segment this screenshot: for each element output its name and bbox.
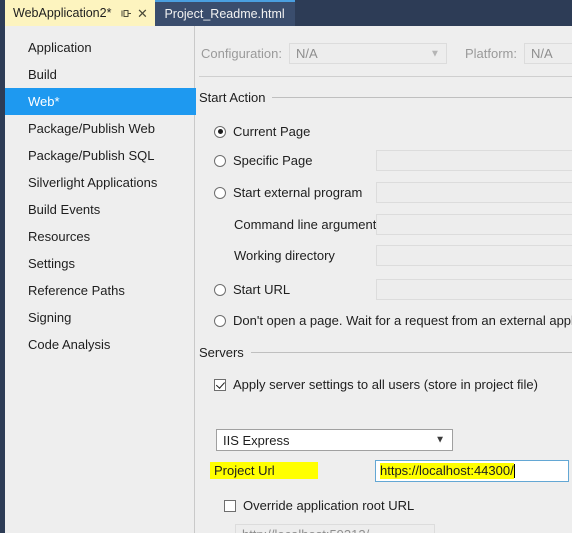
checkbox-override-root-url-indicator [224,499,236,512]
tab-project-readme-label: Project_Readme.html [164,7,285,21]
specific-page-input [376,150,572,171]
close-icon[interactable]: ✕ [135,5,149,21]
sidebar-item-label: Web* [28,94,60,109]
start-action-title: Start Action [199,90,266,105]
document-tab-bar: WebApplication2* ✕ Project_Readme.html [5,0,572,26]
checkbox-apply-server-settings-label: Apply server settings to all users (stor… [233,377,538,392]
sidebar-item-build-events[interactable]: Build Events [5,196,194,223]
sidebar-item-label: Resources [28,229,91,244]
text-caret [513,464,515,478]
radio-start-url[interactable]: Start URL [214,282,290,297]
project-url-label: Project Url [214,463,275,478]
radio-dont-open-page-label: Don't open a page. Wait for a request fr… [233,313,572,328]
sidebar-item-label: Build Events [28,202,101,217]
sidebar-item-label: Reference Paths [28,283,125,298]
radio-start-external-program-label: Start external program [233,185,363,200]
platform-value: N/A [530,46,553,61]
checkbox-override-root-url[interactable]: Override application root URL [224,498,414,513]
project-url-value: https://localhost:44300/ [380,463,514,479]
sidebar-item-label: Application [28,40,92,55]
radio-specific-page-indicator [214,154,226,167]
sidebar-item-label: Signing [28,310,72,325]
configuration-platform-row: Configuration: N/A ▼ Platform: N/A [201,43,572,64]
group-rule [250,352,572,353]
servers-group-header: Servers [199,345,572,360]
radio-start-external-program-indicator [214,186,226,199]
start-action-group-header: Start Action [199,90,572,105]
sidebar-item-build[interactable]: Build [5,61,194,88]
sidebar-item-package-publish-web[interactable]: Package/Publish Web [5,115,194,142]
platform-label: Platform: [464,46,517,61]
sidebar-item-resources[interactable]: Resources [5,223,194,250]
command-line-arguments-label: Command line arguments [234,217,383,232]
radio-current-page-label: Current Page [233,124,311,139]
start-external-program-input [376,182,572,203]
override-root-url-value: http://localhost:59212/ [242,527,369,533]
properties-category-sidebar: Application Build Web* Package/Publish W… [5,26,217,533]
radio-current-page-indicator [214,125,226,138]
visual-studio-project-properties-window: WebApplication2* ✕ Project_Readme.html A… [0,0,572,533]
sidebar-item-signing[interactable]: Signing [5,304,194,331]
radio-specific-page-label: Specific Page [233,153,313,168]
servers-title: Servers [199,345,244,360]
sidebar-item-label: Code Analysis [28,337,111,352]
radio-specific-page[interactable]: Specific Page [214,153,313,168]
sidebar-item-label: Package/Publish Web [28,121,155,136]
override-root-url-input: http://localhost:59212/ [235,524,435,533]
radio-dont-open-page[interactable]: Don't open a page. Wait for a request fr… [214,313,572,328]
configuration-value: N/A [295,46,318,61]
tab-webapplication2-label: WebApplication2* [13,6,112,20]
sidebar-item-settings[interactable]: Settings [5,250,194,277]
radio-dont-open-page-indicator [214,314,226,327]
checkbox-apply-server-settings[interactable]: Apply server settings to all users (stor… [214,377,538,392]
pin-icon[interactable] [119,5,133,21]
header-divider [199,76,572,77]
radio-start-external-program[interactable]: Start external program [214,185,362,200]
start-url-input [376,279,572,300]
working-directory-label: Working directory [234,248,335,263]
web-settings-panel: Configuration: N/A ▼ Platform: N/A Start… [196,26,572,533]
radio-start-url-indicator [214,283,226,296]
sidebar-item-package-publish-sql[interactable]: Package/Publish SQL [5,142,194,169]
working-directory-input [376,245,572,266]
checkbox-apply-server-settings-indicator [214,378,226,391]
sidebar-item-label: Build [28,67,57,82]
chevron-down-icon: ▼ [435,434,445,446]
radio-current-page[interactable]: Current Page [214,124,310,139]
platform-select: N/A [523,43,572,64]
sidebar-item-application[interactable]: Application [5,34,194,61]
checkbox-override-root-url-label: Override application root URL [243,498,415,513]
sidebar-item-label: Settings [28,256,75,271]
configuration-label: Configuration: [201,46,282,61]
chevron-down-icon: ▼ [430,48,440,59]
sidebar-item-silverlight-applications[interactable]: Silverlight Applications [5,169,194,196]
radio-start-url-label: Start URL [233,282,291,297]
configuration-select: N/A ▼ [288,43,447,64]
command-line-arguments-input [376,214,572,235]
tab-webapplication2[interactable]: WebApplication2* ✕ [5,0,156,26]
sidebar-item-label: Silverlight Applications [28,175,158,190]
sidebar-item-reference-paths[interactable]: Reference Paths [5,277,194,304]
sidebar-item-label: Package/Publish SQL [28,148,155,163]
server-select-value: IIS Express [223,432,290,448]
project-url-input[interactable]: https://localhost:44300/ [375,460,569,482]
sidebar-item-web[interactable]: Web* [5,88,217,115]
group-rule [272,97,572,98]
sidebar-item-code-analysis[interactable]: Code Analysis [5,331,194,358]
server-select[interactable]: IIS Express ▼ [216,429,453,451]
tab-project-readme[interactable]: Project_Readme.html [155,0,295,26]
